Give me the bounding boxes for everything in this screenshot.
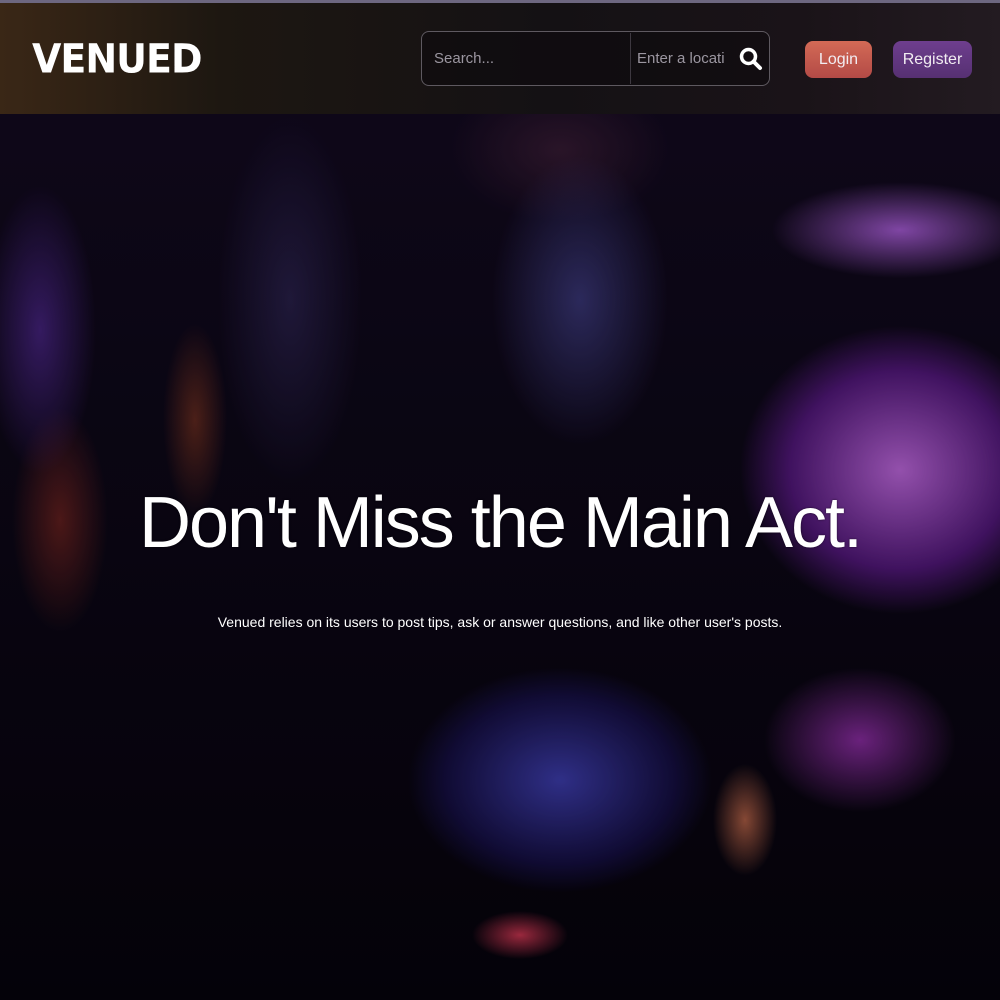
search-icon	[739, 47, 762, 70]
register-button[interactable]: Register	[893, 41, 972, 78]
login-button[interactable]: Login	[805, 41, 872, 78]
venued-logo[interactable]: VENUED	[32, 36, 203, 82]
hero-subtext: Venued relies on its users to post tips,…	[217, 614, 783, 630]
search-button[interactable]	[736, 44, 766, 74]
hero-headline: Don't Miss the Main Act.	[138, 483, 863, 564]
top-navbar: VENUED Login Register	[0, 0, 1000, 114]
location-input[interactable]	[631, 32, 731, 85]
page: VENUED Login Register Don't Miss the Mai…	[0, 0, 1000, 1000]
search-input[interactable]	[422, 32, 630, 85]
search-bar	[421, 31, 770, 86]
